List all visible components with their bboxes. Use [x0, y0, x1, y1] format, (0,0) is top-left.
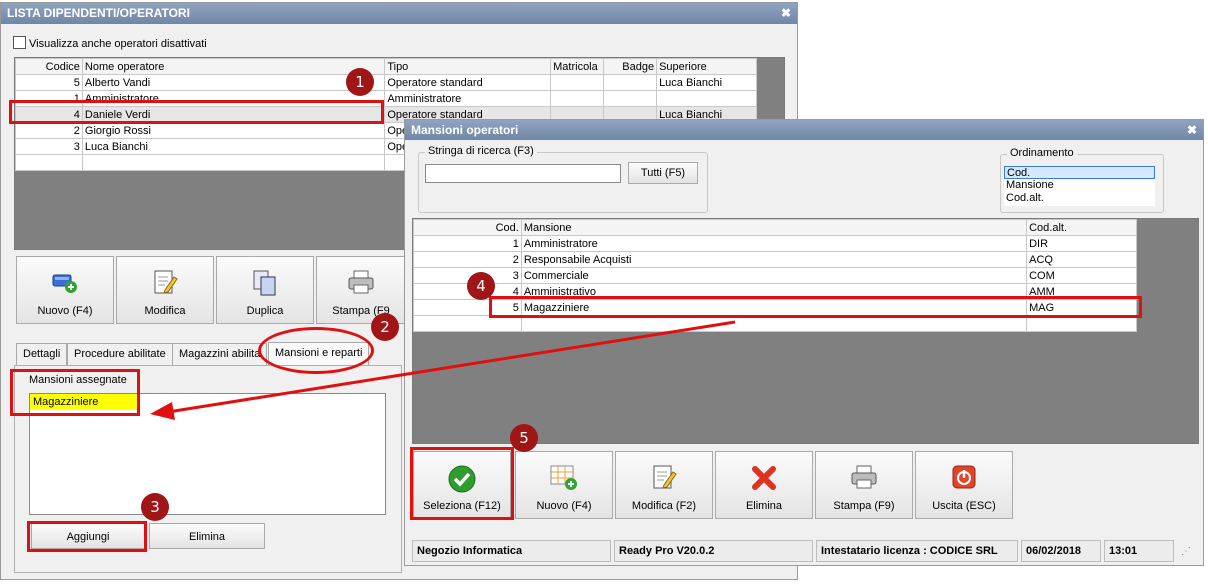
callout-arrow: [150, 320, 736, 420]
callout-badge-4: 4: [467, 272, 495, 300]
callout-badge-3: 3: [141, 493, 169, 521]
callout-badge-2: 2: [371, 313, 399, 341]
callout-badge-5: 5: [510, 424, 538, 452]
callout-badge-1: 1: [346, 68, 374, 96]
